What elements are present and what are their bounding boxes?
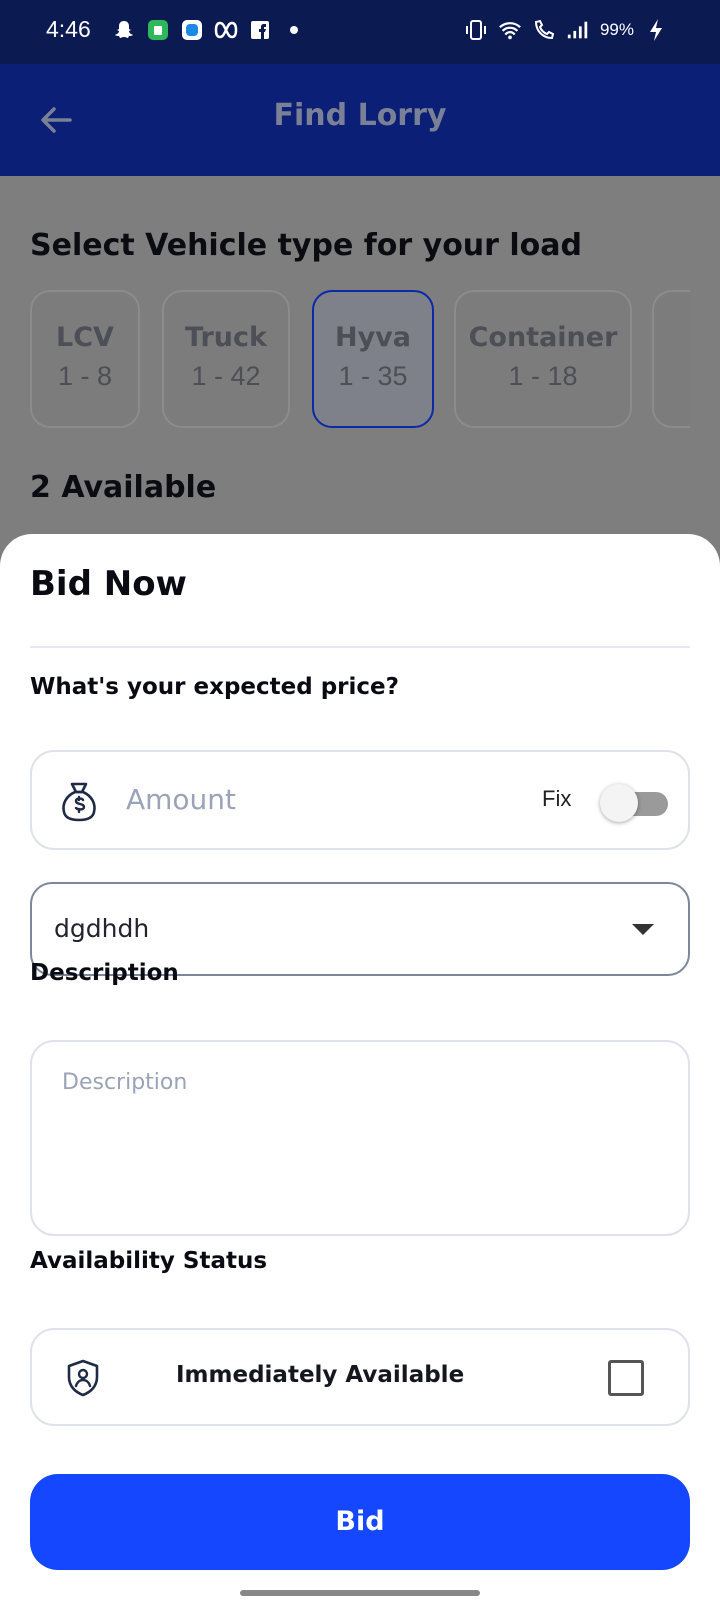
money-bag-icon [56, 778, 102, 824]
price-field: Fix [30, 750, 690, 850]
android-app-icon [146, 18, 170, 42]
app-bar: Find Lorry [0, 64, 720, 176]
dropdown-value: dgdhdh [54, 914, 150, 943]
toggle-knob [600, 784, 638, 822]
available-count: 2 Available [30, 470, 217, 505]
vehicle-range: 1 - 18 [508, 361, 578, 391]
vehicle-range: 1 - 8 [57, 361, 113, 391]
sheet-title: Bid Now [30, 564, 187, 604]
description-input[interactable] [62, 1070, 662, 1210]
description-field [30, 1040, 690, 1236]
price-label: What's your expected price? [30, 674, 399, 700]
chevron-down-icon [632, 924, 654, 935]
vehicle-section-title: Select Vehicle type for your load [30, 228, 583, 263]
status-bar: 4:46 99% [0, 0, 720, 64]
vehicle-type-list: LCV 1 - 8 Truck 1 - 42 Hyva 1 - 35 Conta… [30, 290, 690, 430]
vehicle-card-truck[interactable]: Truck 1 - 42 [162, 290, 290, 428]
status-system-icons: 99% [464, 18, 668, 42]
notification-dot-icon [282, 18, 306, 42]
vehicle-card-partial[interactable] [652, 290, 690, 428]
vibrate-icon [464, 18, 488, 42]
amount-input[interactable] [126, 774, 486, 824]
availability-checkbox[interactable] [608, 1360, 644, 1396]
vehicle-selection-section: Select Vehicle type for your load LCV 1 … [0, 176, 720, 556]
vehicle-card-container[interactable]: Container 1 - 18 [454, 290, 632, 428]
status-time: 4:46 [46, 16, 91, 42]
fix-label: Fix [542, 786, 572, 811]
blue-app-icon [180, 18, 204, 42]
home-indicator[interactable] [240, 1590, 480, 1596]
vehicle-name: Truck [185, 322, 267, 353]
vehicle-card-lcv[interactable]: LCV 1 - 8 [30, 290, 140, 428]
wifi-call-icon [532, 18, 556, 42]
vehicle-name: Container [468, 322, 618, 353]
facebook-icon [248, 18, 272, 42]
snapchat-icon [112, 18, 136, 42]
vehicle-name: LCV [56, 322, 114, 353]
availability-label: Availability Status [30, 1248, 268, 1274]
signal-icon [566, 18, 590, 42]
status-notification-icons [112, 18, 306, 42]
shield-user-icon [64, 1358, 102, 1398]
battery-charging-icon [644, 18, 668, 42]
vehicle-range: 1 - 42 [191, 361, 261, 391]
availability-option[interactable]: Immediately Available [30, 1328, 690, 1426]
fix-toggle[interactable] [600, 782, 670, 822]
description-label: Description [30, 960, 179, 986]
bid-bottom-sheet: Bid Now What's your expected price? Fix … [0, 534, 720, 1600]
vehicle-name: Hyva [334, 322, 412, 353]
vehicle-card-hyva[interactable]: Hyva 1 - 35 [312, 290, 434, 428]
availability-option-label: Immediately Available [176, 1362, 465, 1388]
page-title: Find Lorry [273, 98, 447, 133]
bid-button[interactable]: Bid [30, 1474, 690, 1570]
wifi-icon [498, 18, 522, 42]
vehicle-range: 1 - 35 [338, 361, 408, 391]
divider [30, 646, 690, 648]
battery-percent: 99% [599, 20, 634, 39]
infinity-app-icon [214, 18, 238, 42]
